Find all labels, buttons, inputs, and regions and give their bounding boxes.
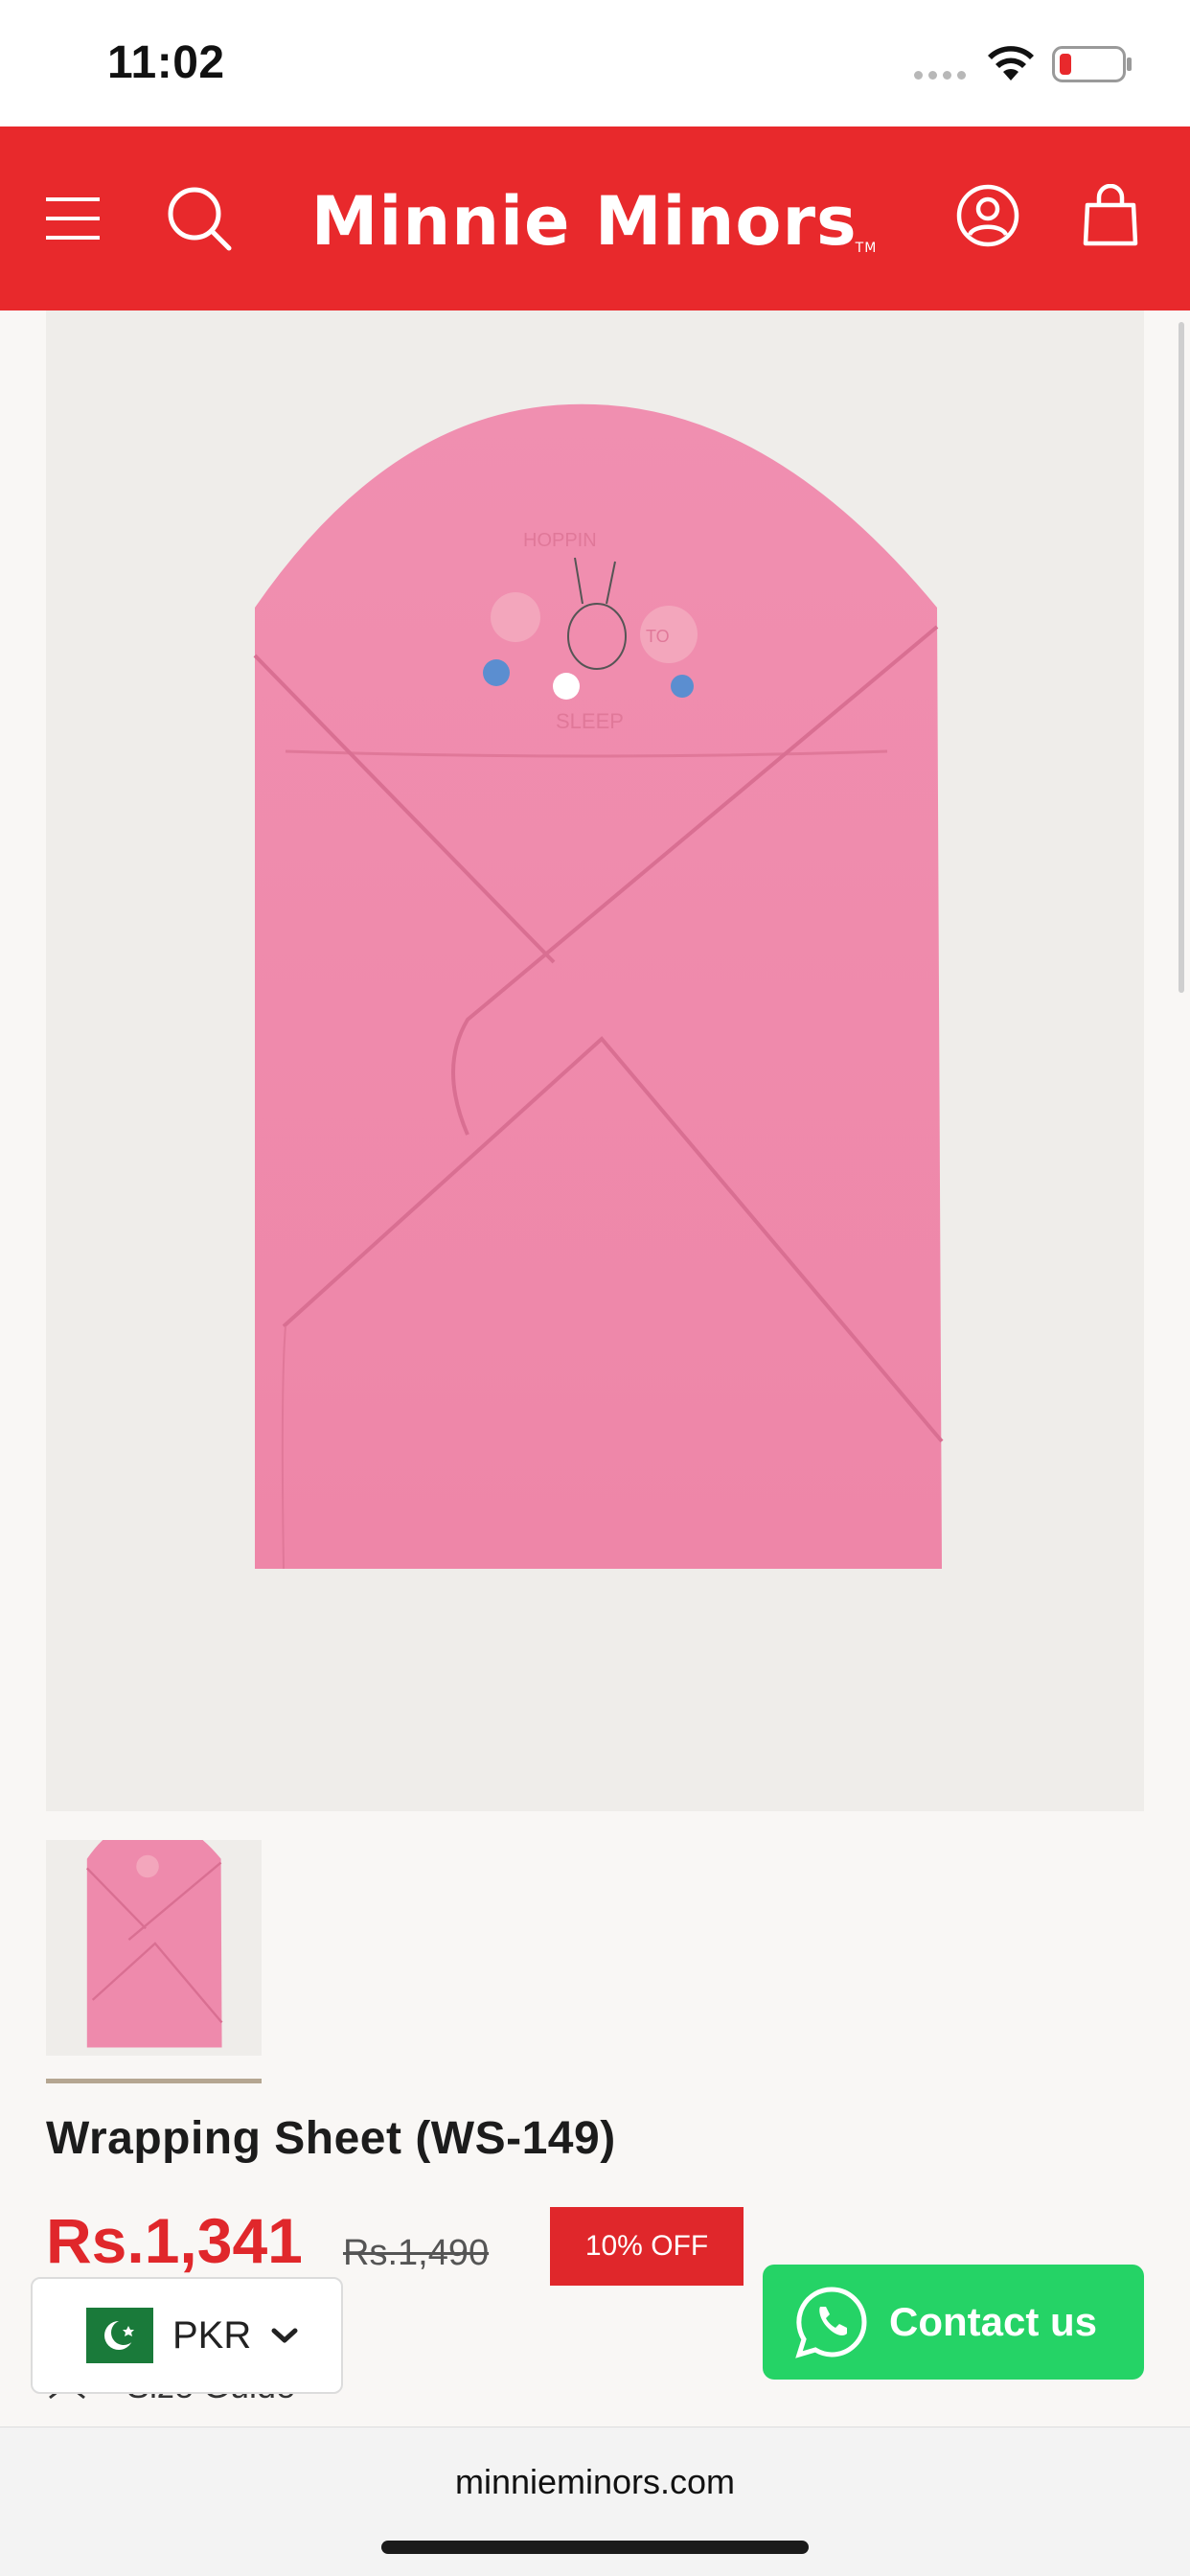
status-time: 11:02 xyxy=(107,37,225,88)
product-title: Wrapping Sheet (WS-149) xyxy=(46,2113,616,2164)
brand-name: Minnie Minors xyxy=(310,182,858,261)
status-bar: 11:02 xyxy=(0,0,1190,126)
url-label[interactable]: minnieminors.com xyxy=(0,2462,1190,2502)
contact-us-button[interactable]: Contact us xyxy=(763,2265,1144,2380)
currency-selector[interactable]: PKR xyxy=(31,2277,343,2394)
contact-us-label: Contact us xyxy=(889,2299,1098,2344)
product-price: Rs.1,341 xyxy=(46,2205,303,2276)
print-text-bottom: SLEEP xyxy=(556,709,624,733)
thumbnail-active-indicator xyxy=(46,2079,262,2083)
account-icon[interactable] xyxy=(954,182,1021,249)
page-scrollbar[interactable] xyxy=(1179,322,1184,993)
product-main-image[interactable]: HOPPIN TO SLEEP xyxy=(46,310,1144,1811)
wifi-icon xyxy=(988,46,1034,80)
menu-icon[interactable] xyxy=(42,188,103,249)
brand-logo[interactable]: Minnie MinorsTM xyxy=(308,169,882,274)
discount-badge: 10% OFF xyxy=(550,2207,744,2286)
currency-code: PKR xyxy=(172,2313,252,2357)
home-indicator[interactable] xyxy=(381,2541,809,2554)
battery-icon xyxy=(1052,46,1132,82)
whatsapp-icon xyxy=(795,2287,867,2358)
print-text-mid: TO xyxy=(646,627,670,646)
search-icon[interactable] xyxy=(163,182,236,255)
print-text-top: HOPPIN xyxy=(523,530,597,551)
cart-icon[interactable] xyxy=(1077,182,1144,249)
screen: 11:02 Minnie MinorsTM HOPPIN TO SLEEP Wr… xyxy=(0,0,1190,2576)
site-header: Minnie MinorsTM xyxy=(0,126,1190,310)
thumbnail-image xyxy=(85,1840,223,2048)
chevron-down-icon xyxy=(271,2328,298,2343)
product-thumbnail[interactable] xyxy=(46,1840,262,2056)
browser-bar: minnieminors.com xyxy=(0,2426,1190,2576)
trademark: TM xyxy=(855,241,878,256)
cellular-signal-icon xyxy=(914,71,966,80)
wrapping-sheet-image: HOPPIN TO SLEEP xyxy=(253,403,944,1570)
pakistan-flag-icon xyxy=(65,2308,153,2363)
compare-at-price: Rs.1,490 xyxy=(343,2233,490,2273)
